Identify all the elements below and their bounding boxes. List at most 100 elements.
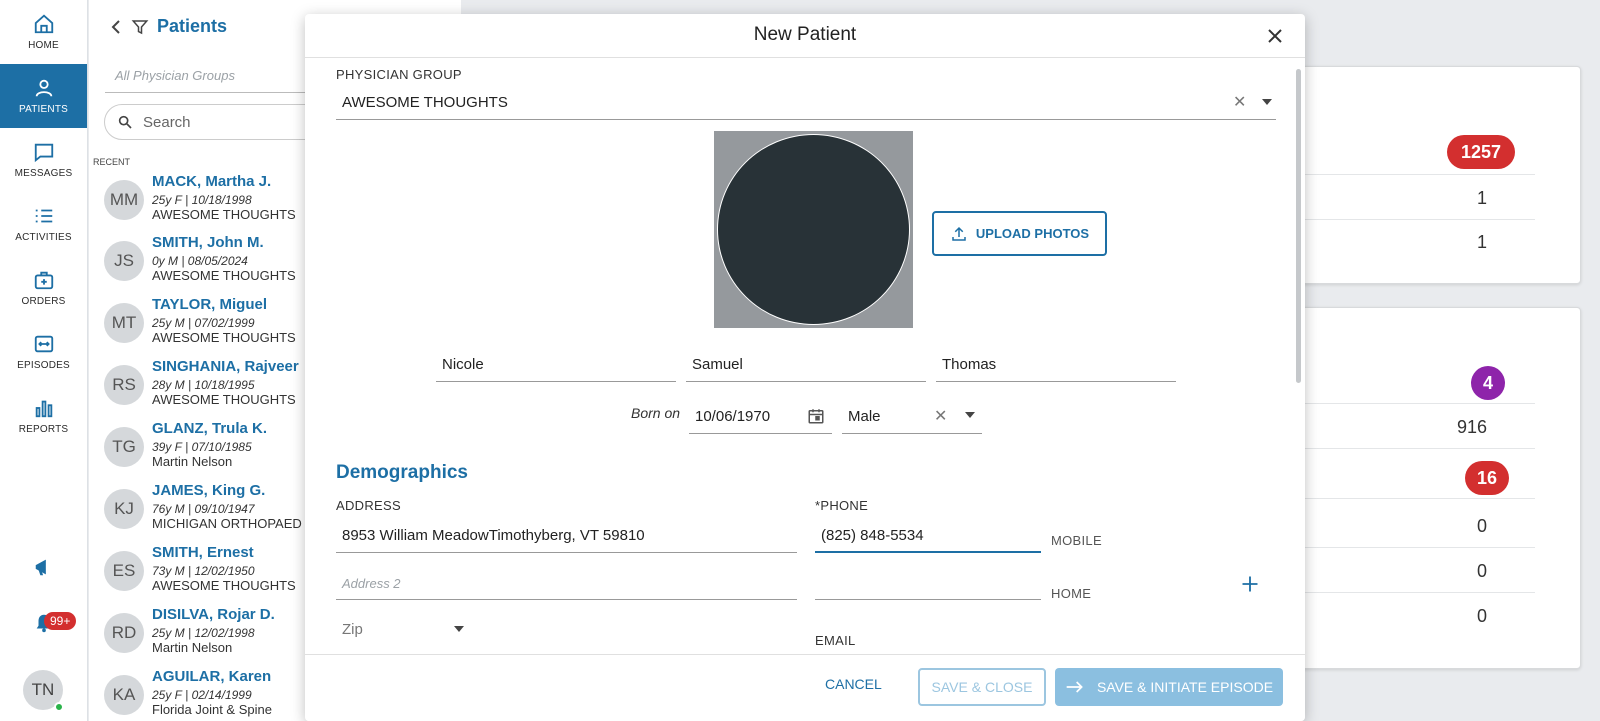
last-name-field[interactable]: Thomas	[936, 348, 1176, 382]
middle-name-field[interactable]: Samuel	[686, 348, 926, 382]
patient-name: SINGHANIA, Rajveer	[152, 358, 299, 375]
patients-panel-title: Patients	[157, 16, 228, 36]
patient-group: Florida Joint & Spine	[152, 702, 272, 717]
patient-avatar: ES	[104, 551, 144, 591]
nav-home[interactable]: HOME	[0, 0, 87, 64]
card-value: 916	[1456, 417, 1487, 437]
sex-select[interactable]: Male	[842, 400, 982, 434]
megaphone-icon	[35, 559, 46, 576]
card-row: 0	[1295, 594, 1535, 638]
nav-activities-label: ACTIVITIES	[15, 232, 72, 243]
nav-reports[interactable]: REPORTS	[0, 384, 87, 448]
phone-value: (825) 848-5534	[821, 526, 924, 544]
cancel-button[interactable]: CANCEL	[825, 676, 882, 692]
dialog-title: New Patient	[305, 14, 1305, 58]
clear-sex-icon[interactable]: ✕	[934, 406, 947, 426]
patient-photo	[714, 131, 913, 328]
nav-home-label: HOME	[28, 40, 59, 51]
online-status-indicator	[54, 702, 64, 712]
upload-photos-button[interactable]: UPLOAD PHOTOS	[932, 211, 1107, 256]
patient-name: GLANZ, Trula K.	[152, 420, 268, 437]
patient-meta: 0y M | 08/05/2024	[152, 254, 248, 268]
phone-type-mobile[interactable]: MOBILE	[1051, 533, 1102, 548]
count-badge-purple: 4	[1471, 366, 1505, 400]
first-name-value: Nicole	[442, 356, 484, 373]
patient-avatar: TG	[104, 427, 144, 467]
patient-name: SMITH, John M.	[152, 234, 264, 251]
nav-activities[interactable]: ACTIVITIES	[0, 192, 87, 256]
patient-name: MACK, Martha J.	[152, 173, 272, 190]
demographics-heading: Demographics	[336, 462, 468, 483]
sex-value: Male	[848, 408, 881, 425]
card-row: 916	[1295, 405, 1535, 449]
search-icon	[118, 115, 132, 129]
chevron-down-icon[interactable]	[1262, 99, 1272, 105]
card-row: 16	[1295, 455, 1535, 499]
patient-meta: 25y F | 10/18/1998	[152, 193, 252, 207]
patient-avatar: MT	[104, 303, 144, 343]
phone-label: *PHONE	[815, 498, 869, 513]
patient-avatar: MM	[104, 180, 144, 220]
patient-avatar: KA	[104, 675, 144, 715]
physician-group-select[interactable]: AWESOME THOUGHTS	[336, 86, 1276, 120]
nav-messages[interactable]: MESSAGES	[0, 128, 87, 192]
address-line2-field[interactable]: Address 2	[336, 568, 797, 600]
phone-type-home[interactable]: HOME	[1051, 586, 1091, 601]
search-placeholder: Search	[143, 113, 191, 131]
patient-meta: 25y F | 02/14/1999	[152, 688, 252, 702]
physician-group-value: AWESOME THOUGHTS	[342, 94, 508, 111]
card-row: 4	[1295, 360, 1535, 404]
left-nav: HOME PATIENTS MESSAGES ACTIVITIES ORDERS…	[0, 0, 88, 721]
card-value: 1	[1476, 232, 1487, 252]
medical-bag-icon	[34, 271, 53, 290]
calendar-icon[interactable]	[807, 407, 825, 425]
photo-placeholder	[717, 134, 910, 325]
nav-patients[interactable]: PATIENTS	[0, 64, 87, 128]
filter-icon[interactable]	[131, 18, 149, 36]
patient-group: MICHIGAN ORTHOPAED	[152, 516, 302, 531]
first-name-field[interactable]: Nicole	[436, 348, 676, 382]
dialog-scrollbar[interactable]	[1296, 69, 1301, 383]
close-icon[interactable]	[1263, 24, 1287, 48]
count-badge-red: 1257	[1447, 135, 1515, 169]
patient-name: AGUILAR, Karen	[152, 668, 272, 685]
zip-select[interactable]: Zip	[336, 614, 466, 644]
card-row: 0	[1295, 504, 1535, 548]
announcement-button[interactable]	[0, 556, 87, 578]
save-and-initiate-episode-label: SAVE & INITIATE EPISODE	[1096, 679, 1274, 695]
phone2-field[interactable]	[815, 568, 1041, 600]
person-icon	[35, 79, 52, 97]
nav-patients-label: PATIENTS	[18, 104, 68, 115]
save-and-close-button[interactable]: SAVE & CLOSE	[918, 668, 1046, 706]
patient-avatar: KJ	[104, 489, 144, 529]
card-value: 0	[1476, 606, 1487, 626]
patient-meta: 73y M | 12/02/1950	[152, 564, 255, 578]
card-value: 0	[1476, 516, 1487, 536]
dialog-footer: CANCEL SAVE & CLOSE SAVE & INITIATE EPIS…	[305, 654, 1305, 721]
patient-avatar: JS	[104, 241, 144, 281]
last-name-value: Thomas	[942, 356, 997, 373]
new-patient-dialog: New Patient PHYSICIAN GROUP AWESOME THOU…	[305, 14, 1305, 721]
physician-group-filter[interactable]: All Physician Groups	[115, 68, 235, 83]
patient-group: Martin Nelson	[152, 640, 233, 655]
chevron-down-icon[interactable]	[454, 626, 464, 632]
list-icon	[35, 209, 52, 223]
patient-name: SMITH, Ernest	[152, 544, 254, 561]
patient-meta: 25y M | 07/02/1999	[152, 316, 255, 330]
chevron-left-icon[interactable]	[109, 19, 123, 35]
home-icon	[34, 14, 53, 34]
nav-orders[interactable]: ORDERS	[0, 256, 87, 320]
address-line1-field[interactable]: 8953 William MeadowTimothyberg, VT 59810	[336, 519, 797, 553]
nav-episodes[interactable]: EPISODES	[0, 320, 87, 384]
patient-meta: 25y M | 12/02/1998	[152, 626, 255, 640]
card-row: 1	[1295, 176, 1535, 220]
email-label: EMAIL	[815, 633, 856, 648]
add-phone-icon[interactable]	[1240, 574, 1260, 594]
phone-field[interactable]: (825) 848-5534	[815, 519, 1041, 553]
physician-group-label: PHYSICIAN GROUP	[336, 67, 462, 82]
save-and-initiate-episode-button[interactable]: SAVE & INITIATE EPISODE	[1055, 668, 1283, 706]
chevron-down-icon[interactable]	[965, 412, 975, 418]
card-row: 1	[1295, 220, 1535, 264]
upload-icon	[952, 226, 966, 241]
clear-physician-group-icon[interactable]: ✕	[1233, 92, 1246, 112]
